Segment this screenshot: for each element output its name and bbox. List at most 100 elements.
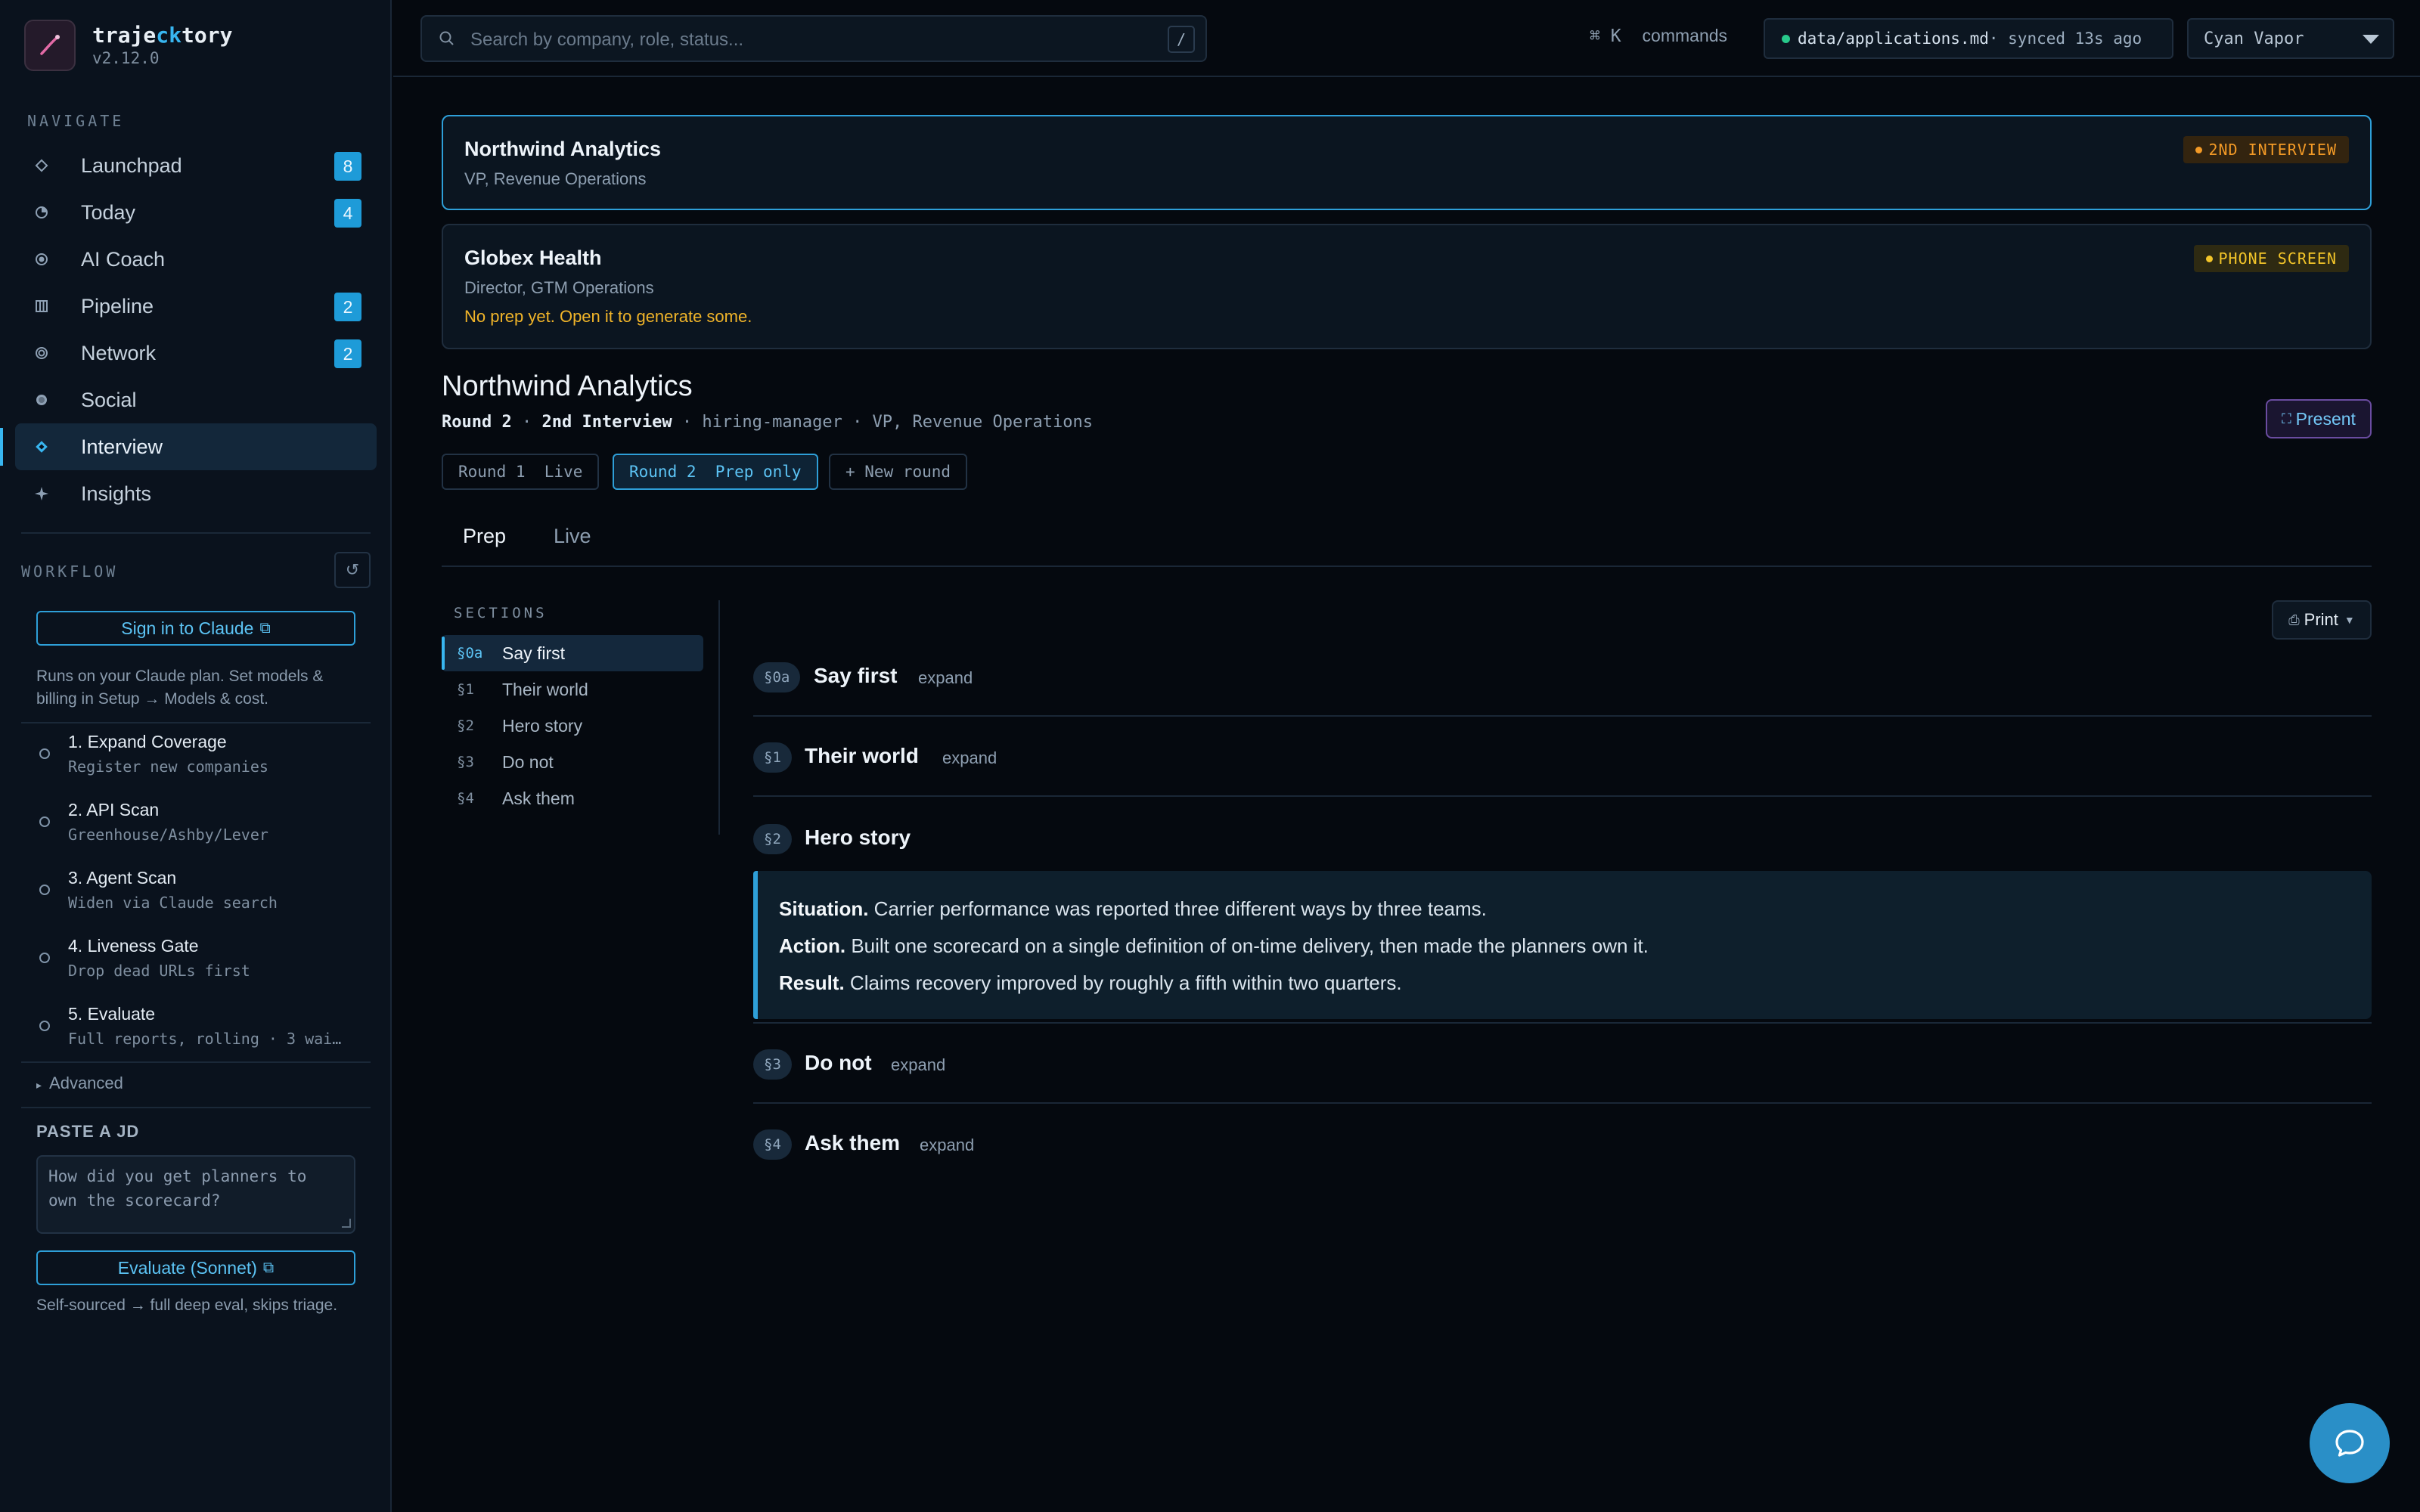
workflow-step[interactable]: 4. Liveness Gate Drop dead URLs first <box>36 936 369 1002</box>
nav-item-social[interactable]: Social <box>15 376 377 423</box>
toc-number: §2 <box>457 717 474 734</box>
diamond-outline-icon <box>33 157 50 174</box>
company-name: Northwind Analytics <box>464 138 662 160</box>
jd-textarea[interactable]: How did you get planners to own the scor… <box>36 1155 355 1234</box>
nav-item-today[interactable]: Today 4 <box>15 189 377 236</box>
copy-icon: ⧉ <box>262 1259 275 1276</box>
section-number: §1 <box>753 742 792 773</box>
chat-button[interactable] <box>2310 1403 2390 1483</box>
section-number: §2 <box>753 824 792 854</box>
nav-label: Insights <box>81 482 152 505</box>
section-title: Hero story <box>805 826 911 849</box>
new-round-button[interactable]: + New round <box>829 454 968 490</box>
command-palette-button[interactable]: ⌘ K commands <box>1590 26 1727 46</box>
workflow-step[interactable]: 3. Agent Scan Widen via Claude search <box>36 868 369 934</box>
section-title: Their world <box>805 744 919 767</box>
section-say-first[interactable]: §0a Say first expand <box>753 637 2372 717</box>
top-bar: / ⌘ K commands data/applications.md · sy… <box>393 0 2420 77</box>
search-input[interactable] <box>470 27 1136 53</box>
navigate-label: NAVIGATE <box>27 112 125 130</box>
section-their-world[interactable]: §1 Their world expand <box>753 717 2372 797</box>
step-status-icon <box>39 953 50 963</box>
search-box[interactable]: / <box>420 15 1207 62</box>
application-card[interactable]: Northwind Analytics VP, Revenue Operatio… <box>442 115 2372 210</box>
tab-live[interactable]: Live <box>554 525 591 548</box>
advanced-toggle[interactable]: ▸ Advanced <box>36 1074 123 1093</box>
story-action: Action. Built one scorecard on a single … <box>779 934 1649 957</box>
nav-item-network[interactable]: Network 2 <box>15 330 377 376</box>
chevron-down-icon: ▼ <box>2344 614 2355 626</box>
count-badge: 4 <box>334 199 361 228</box>
toc-item[interactable]: §2 Hero story <box>442 708 703 744</box>
round-tab-2[interactable]: Round 2 Prep only <box>613 454 818 490</box>
workflow-step[interactable]: 5. Evaluate Full reports, rolling · 3 wa… <box>36 1004 369 1070</box>
sync-status[interactable]: data/applications.md · synced 13s ago <box>1764 18 2173 59</box>
expand-link[interactable]: expand <box>918 668 973 688</box>
step-status-icon <box>39 748 50 759</box>
button-label: Print <box>2304 610 2338 629</box>
nav-label: AI Coach <box>81 247 166 271</box>
main-nav: Launchpad 8 Today 4 AI Coach Pipeline 2 … <box>0 142 377 517</box>
theme-value: Cyan Vapor <box>2204 29 2304 48</box>
workflow-step[interactable]: 1. Expand Coverage Register new companie… <box>36 732 369 798</box>
nav-label: Interview <box>81 435 163 458</box>
nav-item-launchpad[interactable]: Launchpad 8 <box>15 142 377 189</box>
resize-handle-icon[interactable] <box>342 1219 351 1228</box>
clock-icon <box>33 204 50 221</box>
divider <box>21 1061 371 1063</box>
chevron-down-icon <box>2363 35 2379 44</box>
print-button[interactable]: ⎙ Print ▼ <box>2272 600 2372 640</box>
nav-item-insights[interactable]: Insights <box>15 470 377 517</box>
sign-in-claude-button[interactable]: Sign in to Claude ⧉ <box>36 611 355 646</box>
step-title: 5. Evaluate <box>68 1004 156 1024</box>
nav-item-interview[interactable]: Interview <box>0 423 377 470</box>
toc-number: §0a <box>457 645 483 662</box>
target-icon <box>33 251 50 268</box>
nav-label: Network <box>81 341 157 364</box>
step-subtitle: Drop dead URLs first <box>68 962 250 980</box>
application-card[interactable]: Globex Health Director, GTM Operations N… <box>442 224 2372 349</box>
toc-item[interactable]: §1 Their world <box>442 671 703 708</box>
company-name: Globex Health <box>464 246 602 269</box>
section-ask-them[interactable]: §4 Ask them expand <box>753 1104 2372 1184</box>
toc-number: §3 <box>457 754 474 770</box>
step-title: 2. API Scan <box>68 800 160 820</box>
sections-toc: §0a Say first §1 Their world §2 Hero story … <box>442 635 703 816</box>
section-title: Ask them <box>805 1131 901 1154</box>
toc-item[interactable]: §0a Say first <box>442 635 703 671</box>
story-result: Result. Claims recovery improved by roug… <box>779 971 1402 994</box>
step-subtitle: Register new companies <box>68 758 268 776</box>
role-title: Director, GTM Operations <box>464 278 654 297</box>
expand-link[interactable]: expand <box>891 1055 945 1075</box>
nav-label: Launchpad <box>81 153 182 177</box>
present-button[interactable]: ⛶ Present <box>2266 399 2372 438</box>
tab-prep[interactable]: Prep <box>463 525 506 548</box>
toc-label: Do not <box>502 751 554 772</box>
toc-label: Say first <box>502 643 566 663</box>
workflow-step[interactable]: 2. API Scan Greenhouse/Ashby/Lever <box>36 800 369 866</box>
expand-link[interactable]: expand <box>920 1136 974 1155</box>
story-situation: Situation. Carrier performance was repor… <box>779 897 1487 920</box>
nav-item-ai-coach[interactable]: AI Coach <box>15 236 377 283</box>
expand-link[interactable]: expand <box>942 748 997 768</box>
sections-label: SECTIONS <box>454 605 548 621</box>
status-badge: PHONE SCREEN <box>2193 245 2349 272</box>
evaluate-note: Self-sourced → full deep eval, skips tri… <box>36 1297 338 1314</box>
toc-item[interactable]: §3 Do not <box>442 744 703 780</box>
nav-label: Pipeline <box>81 294 154 318</box>
brand[interactable]: trajecktory v2.12.0 <box>24 20 232 71</box>
evaluate-button[interactable]: Evaluate (Sonnet) ⧉ <box>36 1250 355 1285</box>
section-hero-story[interactable]: §2 Hero story <box>753 798 2372 878</box>
toc-item[interactable]: §4 Ask them <box>442 780 703 816</box>
status-badge: 2ND INTERVIEW <box>2183 136 2349 163</box>
step-title: 3. Agent Scan <box>68 868 177 888</box>
theme-select[interactable]: Cyan Vapor <box>2187 18 2394 59</box>
count-badge: 2 <box>334 339 361 368</box>
toc-number: §4 <box>457 790 474 807</box>
section-number: §3 <box>753 1049 792 1080</box>
nav-item-pipeline[interactable]: Pipeline 2 <box>15 283 377 330</box>
refresh-button[interactable]: ↺ <box>334 552 371 588</box>
round-tab-1[interactable]: Round 1 Live <box>442 454 600 490</box>
section-do-not[interactable]: §3 Do not expand <box>753 1024 2372 1104</box>
workflow-label: WORKFLOW <box>21 562 119 581</box>
